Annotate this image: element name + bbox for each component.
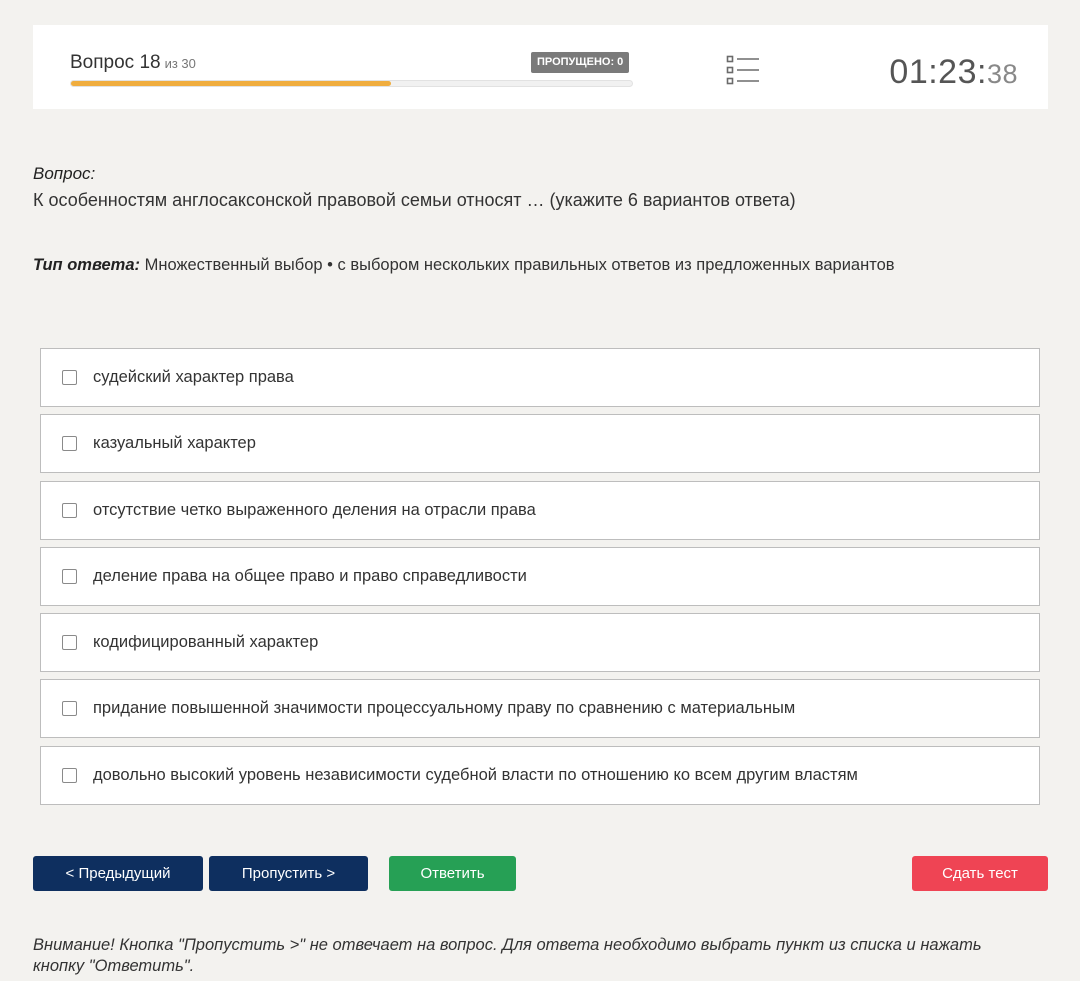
answer-option[interactable]: казуальный характер [40,414,1040,474]
option-label: отсутствие четко выраженного деления на … [93,500,536,519]
option-label: довольно высокий уровень независимости с… [93,765,858,784]
option-checkbox[interactable] [62,370,77,385]
option-label: судейский характер права [93,368,294,386]
timer: 01:23:38 [889,53,1018,92]
answer-option[interactable]: довольно высокий уровень независимости с… [40,745,1040,805]
skipped-badge: ПРОПУЩЕНО: 0 [531,52,630,73]
option-checkbox[interactable] [62,436,77,452]
answer-type-text: Множественный выбор • с выбором нескольк… [144,256,895,274]
option-checkbox[interactable] [62,502,77,518]
answer-type-label: Тип ответа: [33,256,141,274]
question-label: Вопрос: [33,164,96,183]
previous-button[interactable]: < Предыдущий [33,856,203,891]
progress-bar [70,80,633,87]
answer-option[interactable]: судейский характер права [40,348,1040,407]
answer-option[interactable]: деление права на общее право и право спр… [40,546,1040,606]
question-counter: Вопрос 18 из 30 [70,52,196,74]
test-header: Вопрос 18 из 30 ПРОПУЩЕНО: 0 01:23:38 [33,25,1048,109]
option-checkbox[interactable] [62,568,77,584]
option-label: казуальный характер [93,434,256,453]
timer-seconds: 38 [986,59,1018,89]
skip-button[interactable]: Пропустить > [209,856,368,891]
answer-option[interactable]: отсутствие четко выраженного деления на … [40,480,1040,540]
option-label: кодифицированный характер [93,633,319,652]
question-number: Вопрос 18 [70,52,161,73]
option-checkbox[interactable] [62,701,77,717]
question-total: из 30 [164,56,196,71]
option-label: деление права на общее право и право спр… [93,566,527,585]
question-text: К особенностям англосаксонской правовой … [33,190,796,210]
answer-button[interactable]: Ответить [389,856,516,891]
answer-type: Тип ответа: Множественный выбор • с выбо… [33,256,895,275]
answer-options: судейский характер права казуальный хара… [40,348,1040,812]
submit-test-button[interactable]: Сдать тест [912,856,1048,891]
answer-option[interactable]: придание повышенной значимости процессуа… [40,679,1040,739]
timer-main: 01:23: [889,53,987,91]
option-checkbox[interactable] [62,767,77,783]
option-label: придание повышенной значимости процессуа… [93,699,796,718]
progress-fill [71,81,391,86]
question-list-icon[interactable] [726,55,760,85]
answer-option[interactable]: кодифицированный характер [40,613,1040,673]
skip-warning: Внимание! Кнопка "Пропустить >" не отвеч… [33,936,982,975]
option-checkbox[interactable] [62,635,77,651]
